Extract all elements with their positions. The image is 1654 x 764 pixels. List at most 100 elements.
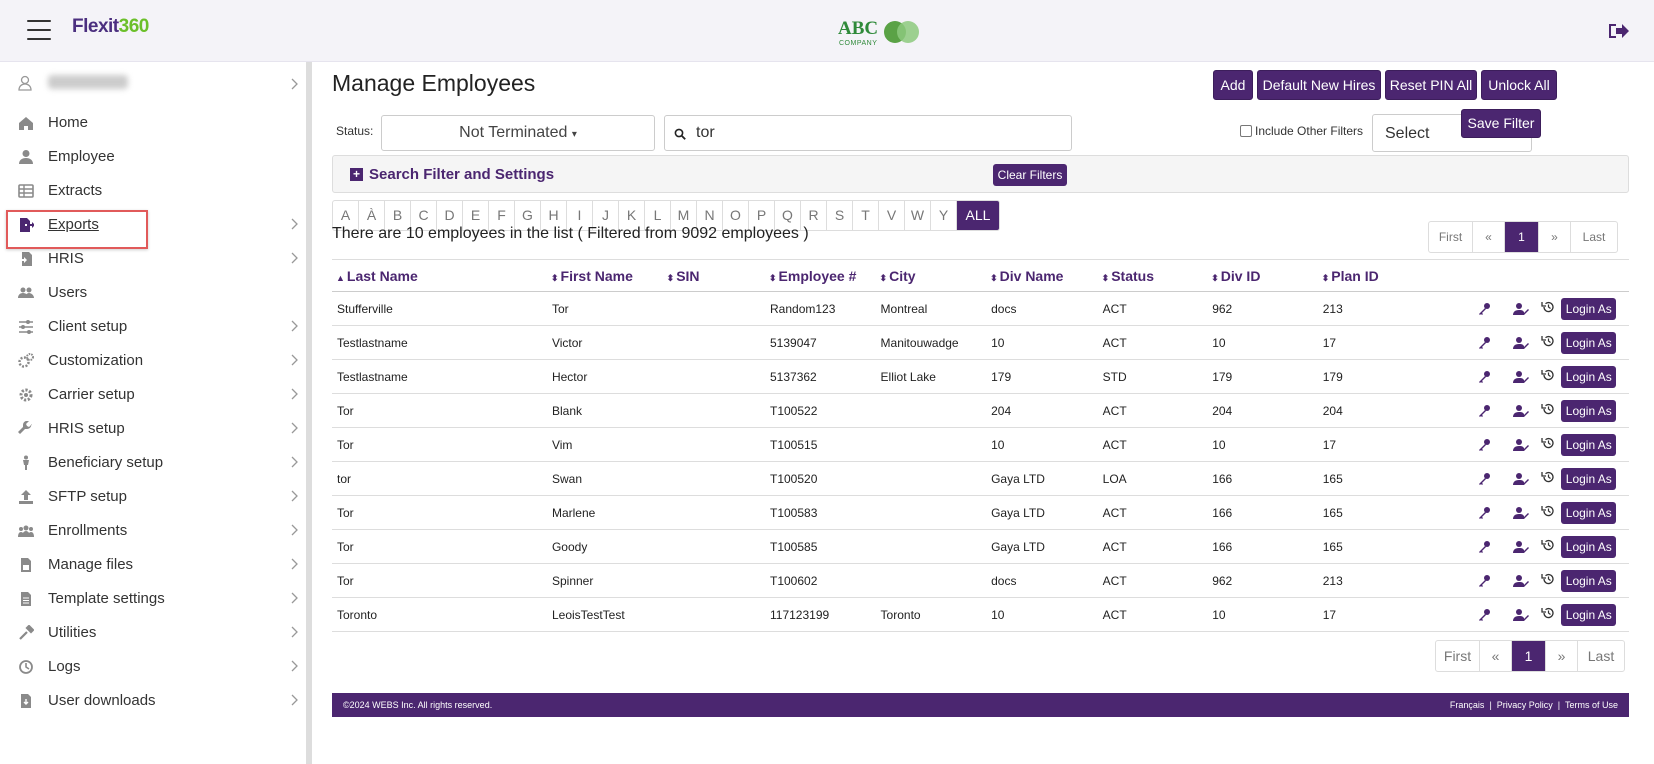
pager-current[interactable]: 1 [1512,641,1546,671]
user-edit-icon[interactable] [1513,336,1530,350]
login-as-button[interactable]: Login As [1561,468,1617,490]
user-edit-icon[interactable] [1513,472,1530,486]
include-other-filters-checkbox[interactable] [1240,125,1252,137]
login-as-button[interactable]: Login As [1561,434,1617,456]
user-edit-icon[interactable] [1513,438,1530,452]
column-header-div-id[interactable]: ⬍ Div ID [1207,259,1318,292]
key-icon[interactable] [1477,336,1491,350]
history-icon[interactable] [1541,402,1555,416]
login-as-button[interactable]: Login As [1561,400,1617,422]
history-icon[interactable] [1541,368,1555,382]
clear-filters-button[interactable]: Clear Filters [993,164,1067,186]
login-as-button[interactable]: Login As [1561,298,1617,320]
logout-icon[interactable] [1607,22,1629,40]
user-edit-icon[interactable] [1513,370,1530,384]
reset-pin-all-button[interactable]: Reset PIN All [1385,70,1477,100]
login-as-button[interactable]: Login As [1561,570,1617,592]
sidebar-item-extracts[interactable]: Extracts [0,174,306,208]
pager-last[interactable]: Last [1578,641,1624,671]
alpha-filter-s[interactable]: S [827,201,853,230]
history-icon[interactable] [1541,504,1555,518]
user-profile-menu[interactable] [18,72,308,98]
alpha-filter-w[interactable]: W [905,201,931,230]
history-icon[interactable] [1541,470,1555,484]
column-header-city[interactable]: ⬍ City [875,259,987,292]
alpha-filter-y[interactable]: Y [931,201,957,230]
sidebar-item-utilities[interactable]: Utilities [0,616,306,650]
key-icon[interactable] [1477,574,1491,588]
key-icon[interactable] [1477,370,1491,384]
pager-current[interactable]: 1 [1505,222,1539,252]
user-edit-icon[interactable] [1513,608,1530,622]
pager-next[interactable]: » [1539,222,1571,252]
sidebar-item-logs[interactable]: Logs [0,650,306,684]
alpha-filter-t[interactable]: T [853,201,879,230]
sidebar-item-carrier-setup[interactable]: Carrier setup [0,378,306,412]
column-header-div-name[interactable]: ⬍ Div Name [986,259,1098,292]
column-header-status[interactable]: ⬍ Status [1097,259,1208,292]
history-icon[interactable] [1541,334,1555,348]
sidebar-item-sftp-setup[interactable]: SFTP setup [0,480,306,514]
alpha-filter-v[interactable]: V [879,201,905,230]
flexit360-logo[interactable]: Flexit360 [72,16,149,44]
francais-link[interactable]: Français [1450,700,1485,710]
sidebar-item-customization[interactable]: Customization [0,344,306,378]
sidebar-item-employee[interactable]: Employee [0,140,306,174]
column-header-plan-id[interactable]: ⬍ Plan ID [1317,259,1472,292]
key-icon[interactable] [1477,438,1491,452]
sidebar-item-hris-setup[interactable]: HRIS setup [0,412,306,446]
login-as-button[interactable]: Login As [1561,604,1617,626]
add-button[interactable]: Add [1213,70,1253,100]
column-header-sin[interactable]: ⬍ SIN [662,259,765,292]
default-new-hires-button[interactable]: Default New Hires [1257,70,1381,100]
user-edit-icon[interactable] [1513,506,1530,520]
column-header-last-name[interactable]: ▲ Last Name [332,259,547,292]
pager-last[interactable]: Last [1571,222,1617,252]
sidebar-item-template-settings[interactable]: Template settings [0,582,306,616]
column-header-employee-[interactable]: ⬍ Employee # [765,259,876,292]
sidebar-item-enrollments[interactable]: Enrollments [0,514,306,548]
plus-square-icon[interactable]: + [350,168,363,181]
sidebar-item-user-downloads[interactable]: User downloads [0,684,306,718]
pager-first[interactable]: First [1429,222,1473,252]
sidebar-item-beneficiary-setup[interactable]: Beneficiary setup [0,446,306,480]
sidebar-item-label: HRIS setup [48,420,125,437]
status-dropdown[interactable]: Not Terminated ▾ [381,115,655,151]
login-as-button[interactable]: Login As [1561,366,1617,388]
login-as-button[interactable]: Login As [1561,332,1617,354]
key-icon[interactable] [1477,608,1491,622]
history-icon[interactable] [1541,300,1555,314]
pager-first[interactable]: First [1436,641,1480,671]
key-icon[interactable] [1477,302,1491,316]
privacy-policy-link[interactable]: Privacy Policy [1497,700,1553,710]
alpha-filter-all[interactable]: ALL [957,201,999,230]
user-edit-icon[interactable] [1513,540,1530,554]
history-icon[interactable] [1541,436,1555,450]
terms-of-use-link[interactable]: Terms of Use [1565,700,1618,710]
pager-prev[interactable]: « [1473,222,1505,252]
pager-prev[interactable]: « [1480,641,1512,671]
user-edit-icon[interactable] [1513,574,1530,588]
key-icon[interactable] [1477,506,1491,520]
user-edit-icon[interactable] [1513,302,1530,316]
sidebar-item-users[interactable]: Users [0,276,306,310]
save-filter-button[interactable]: Save Filter [1461,109,1541,138]
column-header-first-name[interactable]: ⬍ First Name [546,259,663,292]
key-icon[interactable] [1477,540,1491,554]
history-icon[interactable] [1541,538,1555,552]
hamburger-menu-icon[interactable] [27,20,51,40]
unlock-all-button[interactable]: Unlock All [1481,70,1557,100]
pager-next[interactable]: » [1546,641,1578,671]
login-as-button[interactable]: Login As [1561,502,1617,524]
key-icon[interactable] [1477,404,1491,418]
login-as-button[interactable]: Login As [1561,536,1617,558]
user-edit-icon[interactable] [1513,404,1530,418]
search-input[interactable]: tor [664,115,1072,151]
history-icon[interactable] [1541,572,1555,586]
history-icon[interactable] [1541,606,1555,620]
sidebar-item-client-setup[interactable]: Client setup [0,310,306,344]
search-filter-toggle[interactable]: Search Filter and Settings [369,166,554,183]
key-icon[interactable] [1477,472,1491,486]
sidebar-item-home[interactable]: Home [0,106,306,140]
sidebar-item-manage-files[interactable]: Manage files [0,548,306,582]
